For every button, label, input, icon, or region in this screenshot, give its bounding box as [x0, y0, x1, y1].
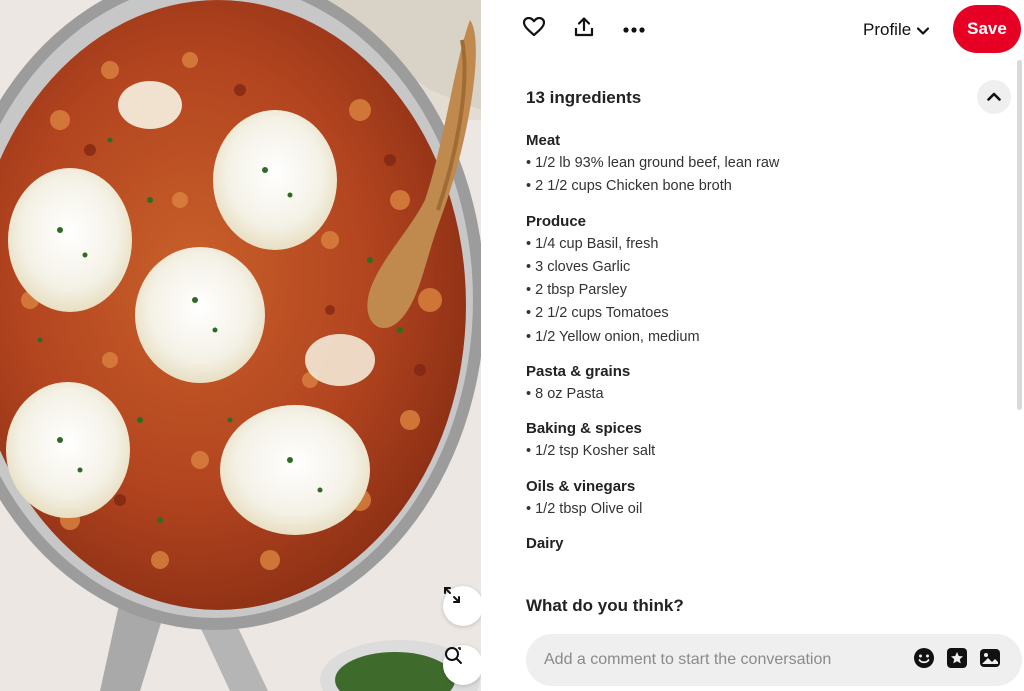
ingredient-item: • 2 1/2 cups Chicken bone broth — [526, 178, 732, 195]
chevron-down-icon — [917, 20, 930, 40]
pin-toolbar: Profile Save — [481, 0, 1024, 60]
ingredients-header: 13 ingredients — [526, 88, 642, 107]
image-icon — [979, 647, 1001, 674]
visual-search-button[interactable] — [443, 645, 481, 685]
collapse-ingredients-button[interactable] — [977, 80, 1011, 114]
save-button[interactable]: Save — [953, 5, 1021, 53]
sticker-button[interactable] — [945, 647, 969, 674]
heart-icon — [522, 16, 546, 42]
share-icon — [574, 16, 594, 42]
like-button[interactable] — [516, 11, 552, 47]
group-title: Pasta & grains — [526, 363, 631, 381]
pin-details-panel: Profile Save 13 ingredients Meat • 1/2 l… — [481, 0, 1024, 691]
chevron-up-icon — [987, 88, 1001, 106]
ingredient-item: • 1/2 tsp Kosher salt — [526, 443, 656, 460]
group-title: Produce — [526, 212, 587, 230]
ingredient-item: • 2 tbsp Parsley — [526, 282, 627, 299]
lasagna-skillet-photo — [0, 0, 481, 691]
ingredient-item: • 1/2 lb 93% lean ground beef, lean raw — [526, 155, 780, 171]
share-button[interactable] — [566, 11, 602, 47]
ingredient-item: • 8 oz Pasta — [526, 386, 604, 403]
group-title: Dairy — [526, 534, 564, 552]
ingredient-group-dairy: Dairy — [526, 533, 986, 555]
ingredients-list: Meat • 1/2 lb 93% lean ground beef, lean… — [526, 130, 986, 567]
ingredient-group-meat: Meat • 1/2 lb 93% lean ground beef, lean… — [526, 130, 986, 199]
pin-image[interactable] — [0, 0, 481, 691]
ingredient-group-produce: Produce • 1/4 cup Basil, fresh • 3 clove… — [526, 211, 986, 349]
emoji-button[interactable] — [912, 647, 936, 674]
ingredient-group-oils-vinegars: Oils & vinegars • 1/2 tbsp Olive oil — [526, 476, 986, 521]
scrollbar[interactable] — [1017, 60, 1022, 410]
sticker-icon — [946, 647, 968, 674]
image-button[interactable] — [978, 648, 1002, 672]
group-title: Meat — [526, 132, 561, 149]
ingredient-group-baking-spices: Baking & spices • 1/2 tsp Kosher salt — [526, 418, 986, 463]
comment-box — [526, 634, 1022, 686]
comment-input[interactable] — [544, 634, 904, 686]
expand-button[interactable] — [443, 586, 481, 626]
ingredient-item: • 1/2 Yellow onion, medium — [526, 328, 700, 345]
group-title: Oils & vinegars — [526, 477, 636, 495]
comments-heading: What do you think? — [526, 596, 684, 615]
ingredient-item: • 1/2 tbsp Olive oil — [526, 500, 643, 517]
ingredient-item: • 3 cloves Garlic — [526, 258, 631, 275]
ingredient-item: • 2 1/2 cups Tomatoes — [526, 305, 669, 322]
profile-label: Profile — [863, 20, 912, 39]
group-title: Baking & spices — [526, 420, 642, 438]
ingredient-item: • 1/4 cup Basil, fresh — [526, 235, 659, 252]
more-icon — [623, 20, 645, 38]
profile-dropdown[interactable]: Profile — [863, 16, 930, 44]
more-options-button[interactable] — [616, 11, 652, 47]
emoji-icon — [913, 647, 935, 674]
ingredient-group-pasta-grains: Pasta & grains • 8 oz Pasta — [526, 361, 986, 406]
